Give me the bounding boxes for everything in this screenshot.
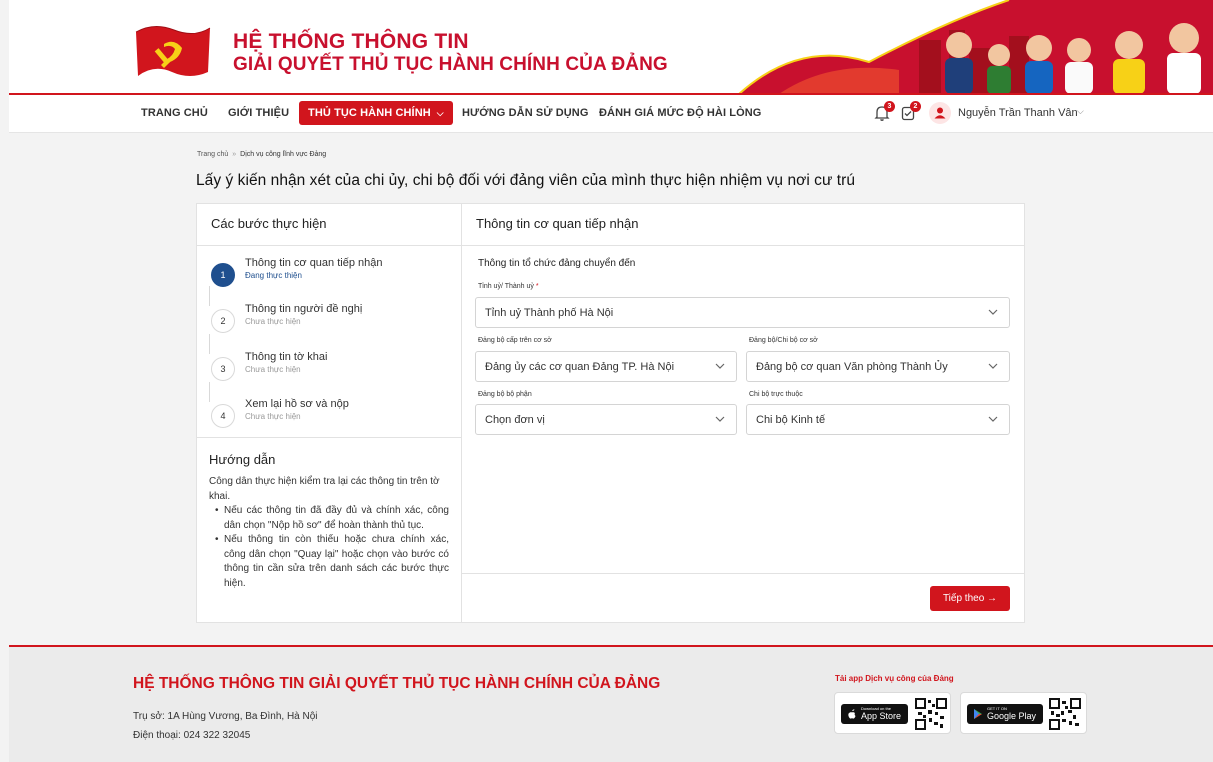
- upper-party-select[interactable]: Đảng ủy các cơ quan Đảng TP. Hà Nội: [475, 351, 737, 382]
- form-section-title: Thông tin tổ chức đảng chuyển đến: [478, 258, 636, 269]
- cell-select[interactable]: Chi bộ Kinh tế: [746, 404, 1010, 435]
- upper-party-select-value: Đảng ủy các cơ quan Đảng TP. Hà Nội: [485, 361, 675, 373]
- chevron-down-icon: [988, 309, 998, 315]
- step-number: 3: [211, 357, 235, 381]
- tasks-badge: 2: [910, 101, 921, 112]
- procedure-card: Các bước thực hiện 1 Thông tin cơ quan t…: [196, 203, 1025, 623]
- breadcrumb-home[interactable]: Trang chủ: [197, 151, 228, 158]
- step-title: Xem lại hồ sơ và nộp: [245, 398, 349, 410]
- dept-party-label: Đảng bộ bộ phận: [478, 391, 532, 398]
- breadcrumb-separator: »: [232, 151, 237, 158]
- base-party-select[interactable]: Đảng bộ cơ quan Văn phòng Thành Ủy: [746, 351, 1010, 382]
- step-title: Thông tin tờ khai: [245, 351, 328, 363]
- qr-code-icon: [1049, 698, 1081, 730]
- notification-badge: 3: [884, 101, 895, 112]
- base-party-select-value: Đảng bộ cơ quan Văn phòng Thành Ủy: [756, 361, 948, 373]
- form-footer-divider: [462, 573, 1025, 574]
- nav-about[interactable]: GIỚI THIỆU: [228, 107, 289, 119]
- brand-line-2: GIẢI QUYẾT THỦ TỤC HÀNH CHÍNH CỦA ĐẢNG: [233, 54, 668, 75]
- nav-procedures-label: THỦ TỤC HÀNH CHÍNH: [308, 107, 431, 119]
- step-number: 2: [211, 309, 235, 333]
- step-connector: [209, 382, 210, 402]
- brand-title[interactable]: HỆ THỐNG THÔNG TIN GIẢI QUYẾT THỦ TỤC HÀ…: [233, 30, 668, 76]
- footer-title: HỆ THỐNG THÔNG TIN GIẢI QUYẾT THỦ TỤC HÀ…: [133, 675, 661, 692]
- breadcrumb: Trang chủ » Dịch vụ công lĩnh vực Đảng: [197, 151, 326, 158]
- form-heading: Thông tin cơ quan tiếp nhận: [462, 204, 1025, 246]
- app-store-card[interactable]: Download on the App Store: [834, 692, 951, 734]
- user-menu-chevron-icon[interactable]: ⌵: [1077, 106, 1084, 117]
- footer-address: Trụ sở: 1A Hùng Vương, Ba Đình, Hà Nội: [133, 711, 318, 722]
- province-select-value: Tỉnh uỷ Thành phố Hà Nội: [485, 307, 614, 319]
- nav-home[interactable]: TRANG CHỦ: [141, 107, 208, 119]
- footer-phone: Điện thoại: 024 322 32045: [133, 730, 251, 741]
- qr-code-icon: [915, 698, 947, 730]
- nav-procedures[interactable]: THỦ TỤC HÀNH CHÍNH ⌵: [299, 101, 453, 125]
- province-label: Tỉnh uỷ/ Thành uỷ *: [478, 283, 539, 290]
- upper-party-label: Đảng bộ cấp trên cơ sở: [478, 337, 552, 344]
- nav-guide[interactable]: HƯỚNG DẪN SỬ DỤNG: [462, 107, 589, 119]
- cell-label: Chi bộ trực thuộc: [749, 391, 803, 398]
- steps-heading: Các bước thực hiện: [197, 204, 461, 246]
- province-label-text: Tỉnh uỷ/ Thành uỷ: [478, 283, 534, 290]
- guide-intro: Công dân thực hiện kiểm tra lại các thôn…: [209, 476, 440, 502]
- google-play-icon: [974, 709, 982, 719]
- guide-title: Hướng dẫn: [209, 452, 276, 467]
- chevron-down-icon: [988, 416, 998, 422]
- apple-icon: [848, 709, 856, 719]
- app-store-big-text: App Store: [861, 711, 902, 721]
- step-status: Chưa thực hiện: [245, 365, 301, 374]
- step-title: Thông tin cơ quan tiếp nhận: [245, 257, 383, 269]
- step-connector: [209, 286, 210, 306]
- google-play-big-text: Google Play: [987, 711, 1037, 721]
- page-title: Lấy ý kiến nhận xét của chi ủy, chi bộ đ…: [196, 172, 856, 189]
- user-name[interactable]: Nguyễn Trần Thanh Vân: [958, 107, 1078, 119]
- site-footer: HỆ THỐNG THÔNG TIN GIẢI QUYẾT THỦ TỤC HÀ…: [9, 645, 1213, 762]
- step-status: Chưa thực hiện: [245, 412, 301, 421]
- party-flag-logo[interactable]: [134, 22, 212, 80]
- notification-button[interactable]: 3: [873, 101, 895, 122]
- chevron-down-icon: [715, 416, 725, 422]
- user-avatar[interactable]: [929, 102, 951, 124]
- chevron-down-icon: ⌵: [436, 108, 444, 118]
- step-number: 4: [211, 404, 235, 428]
- breadcrumb-current[interactable]: Dịch vụ công lĩnh vực Đảng: [240, 151, 326, 158]
- header-illustration: [738, 0, 1213, 94]
- form-panel: Thông tin cơ quan tiếp nhận Thông tin tổ…: [462, 204, 1025, 622]
- guide-list: Nếu các thông tin đã đầy đủ và chính xác…: [215, 504, 449, 591]
- app-download-title: Tải app Dịch vụ công của Đảng: [835, 674, 954, 683]
- app-store-button[interactable]: Download on the App Store: [841, 704, 908, 724]
- next-button[interactable]: Tiếp theo →: [930, 586, 1010, 611]
- main-nav: TRANG CHỦ GIỚI THIỆU THỦ TỤC HÀNH CHÍNH ⌵…: [9, 95, 1213, 133]
- brand-line-1: HỆ THỐNG THÔNG TIN: [233, 30, 469, 53]
- step-title: Thông tin người đề nghị: [245, 303, 363, 315]
- step-connector: [209, 334, 210, 354]
- required-mark: *: [535, 283, 539, 290]
- dept-party-select-value: Chọn đơn vị: [485, 414, 545, 426]
- header-banner: HỆ THỐNG THÔNG TIN GIẢI QUYẾT THỦ TỤC HÀ…: [9, 0, 1213, 94]
- guide-bullet: Nếu các thông tin đã đầy đủ và chính xác…: [215, 504, 449, 533]
- guide-bullet: Nếu thông tin còn thiếu hoặc chưa chính …: [215, 533, 449, 591]
- user-icon: [934, 107, 946, 119]
- chevron-down-icon: [715, 363, 725, 369]
- step-status: Đang thực thiện: [245, 271, 302, 280]
- province-select[interactable]: Tỉnh uỷ Thành phố Hà Nội: [475, 297, 1010, 328]
- nav-rating[interactable]: ĐÁNH GIÁ MỨC ĐỘ HÀI LÒNG: [599, 107, 761, 119]
- guide-panel: Hướng dẫn Công dân thực hiện kiểm tra lạ…: [197, 437, 461, 591]
- tasks-button[interactable]: 2: [899, 101, 921, 122]
- cell-select-value: Chi bộ Kinh tế: [756, 414, 826, 426]
- dept-party-select[interactable]: Chọn đơn vị: [475, 404, 737, 435]
- steps-panel: Các bước thực hiện 1 Thông tin cơ quan t…: [197, 204, 462, 622]
- base-party-label: Đảng bộ/Chi bộ cơ sở: [749, 337, 818, 344]
- google-play-button[interactable]: GET IT ON Google Play: [967, 704, 1043, 724]
- step-number: 1: [211, 263, 235, 287]
- step-status: Chưa thực hiện: [245, 317, 301, 326]
- google-play-card[interactable]: GET IT ON Google Play: [960, 692, 1087, 734]
- chevron-down-icon: [988, 363, 998, 369]
